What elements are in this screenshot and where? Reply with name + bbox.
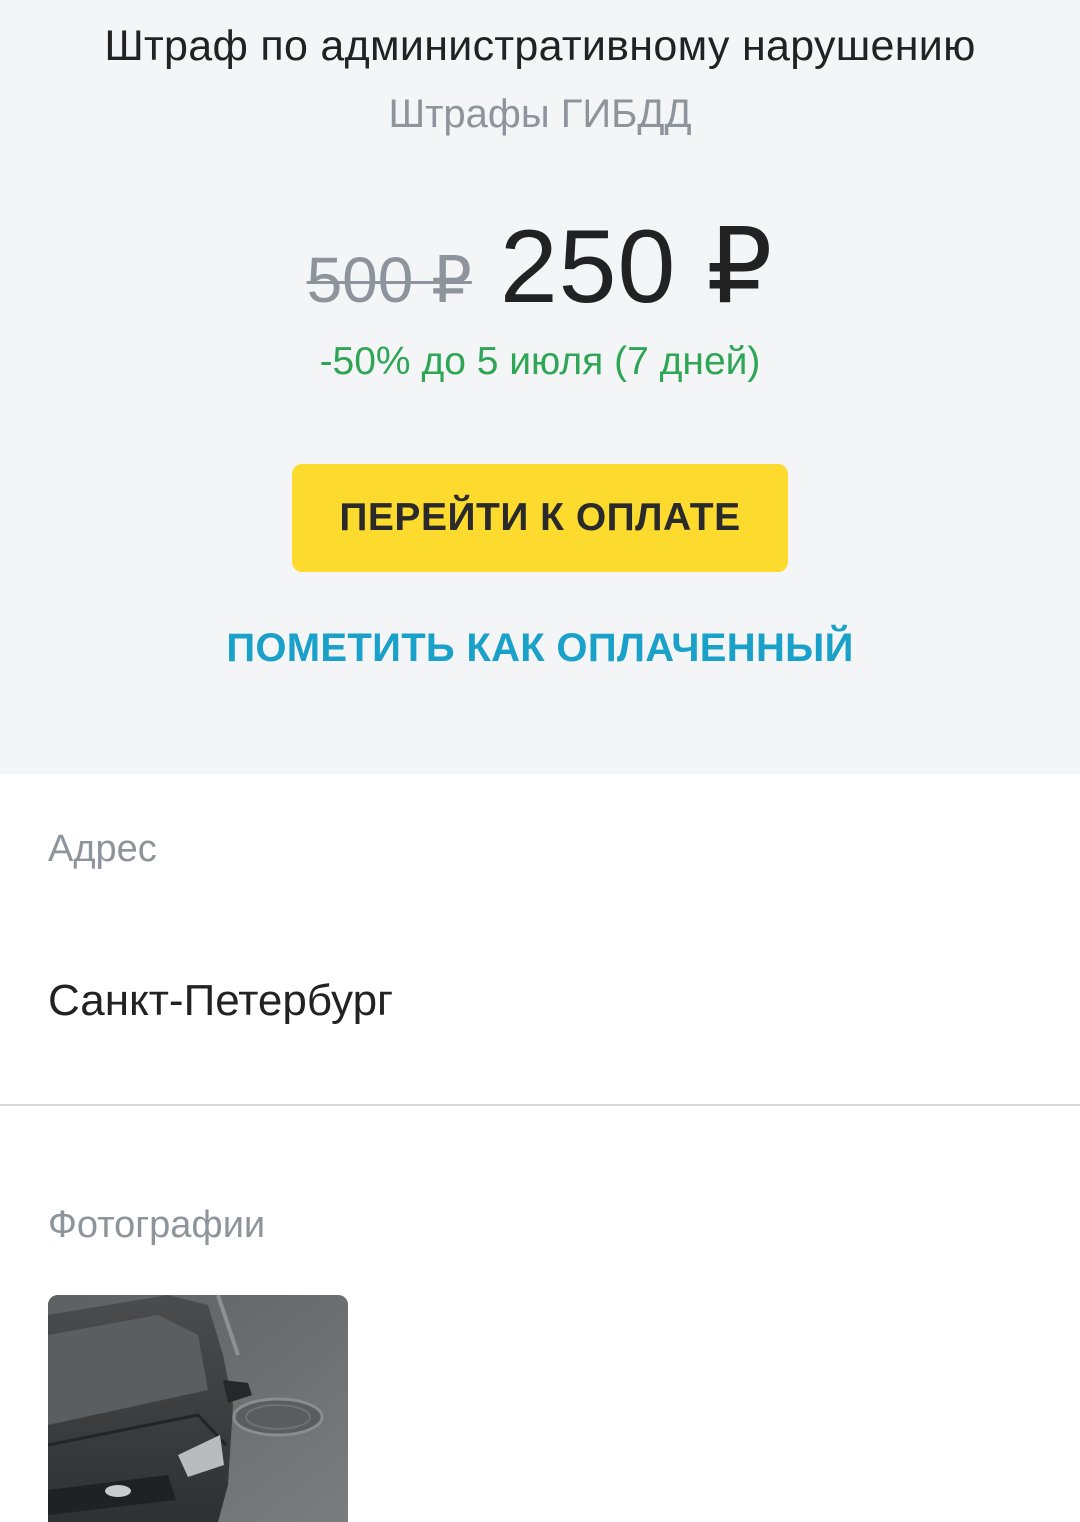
- old-price: 500 ₽: [306, 244, 472, 316]
- divider: [0, 1104, 1080, 1106]
- discount-note: -50% до 5 июля (7 дней): [319, 340, 761, 383]
- car-photo-icon: [48, 1295, 348, 1522]
- fine-category: Штрафы ГИБДД: [388, 92, 692, 136]
- pay-button[interactable]: ПЕРЕЙТИ К ОПЛАТЕ: [292, 464, 788, 572]
- address-value: Санкт-Петербург: [48, 976, 394, 1025]
- page-title: Штраф по административному нарушению: [104, 22, 976, 70]
- discounted-price: 250 ₽: [499, 209, 774, 325]
- mark-as-paid-button[interactable]: ПОМЕТИТЬ КАК ОПЛАЧЕННЫЙ: [0, 626, 1080, 671]
- photos-label: Фотографии: [48, 1204, 266, 1246]
- violation-photo-thumbnail[interactable]: [48, 1295, 348, 1522]
- address-label: Адрес: [48, 828, 157, 870]
- fine-summary-panel: Штраф по административному нарушению Штр…: [0, 0, 1080, 774]
- price-row: 500 ₽ 250 ₽: [0, 205, 1080, 325]
